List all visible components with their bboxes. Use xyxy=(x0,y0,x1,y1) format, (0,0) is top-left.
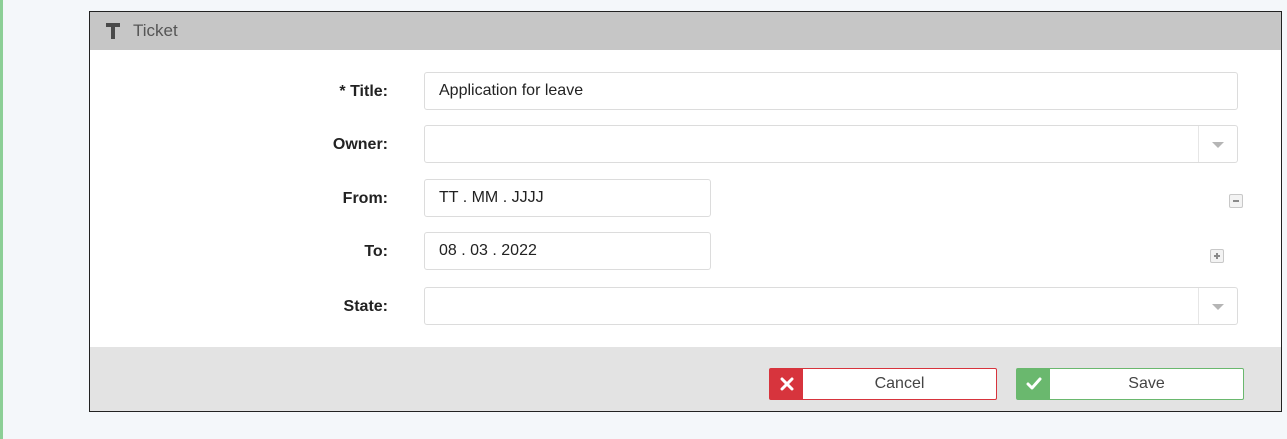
cancel-button[interactable]: Cancel xyxy=(769,368,997,400)
from-date-input[interactable]: TT . MM . JJJJ xyxy=(424,179,711,217)
to-date-input[interactable]: 08 . 03 . 2022 xyxy=(424,232,711,270)
cancel-label: Cancel xyxy=(874,375,925,392)
minus-icon xyxy=(1233,200,1239,202)
save-button[interactable]: Save xyxy=(1016,368,1244,400)
title-input[interactable]: Application for leave xyxy=(424,72,1238,110)
remove-button[interactable] xyxy=(1229,194,1243,208)
left-accent-bar xyxy=(0,0,3,439)
state-label: State: xyxy=(343,298,388,315)
chevron-down-icon[interactable] xyxy=(1198,288,1237,324)
owner-label: Owner: xyxy=(332,136,388,153)
owner-select[interactable] xyxy=(424,125,1238,163)
panel-header: Ticket xyxy=(90,12,1281,50)
close-icon xyxy=(770,369,803,399)
to-label: To: xyxy=(364,243,388,260)
title-label: * Title: xyxy=(339,83,388,100)
save-label: Save xyxy=(1128,375,1165,392)
chevron-down-icon[interactable] xyxy=(1198,126,1237,162)
ticket-panel: Ticket * Title: Application for leave Ow… xyxy=(89,11,1282,412)
add-button[interactable] xyxy=(1210,249,1224,263)
state-row: State: xyxy=(90,287,1281,327)
panel-footer: Cancel Save xyxy=(90,347,1281,411)
from-label: From: xyxy=(342,190,388,207)
title-row: * Title: Application for leave xyxy=(90,72,1281,112)
checkmark-icon xyxy=(1017,369,1050,399)
panel-title: Ticket xyxy=(133,21,178,40)
to-row: To: 08 . 03 . 2022 xyxy=(90,232,1281,272)
text-t-icon xyxy=(106,22,120,40)
plus-icon-vertical xyxy=(1216,253,1218,259)
state-select[interactable] xyxy=(424,287,1238,325)
from-row: From: TT . MM . JJJJ xyxy=(90,179,1281,219)
owner-row: Owner: xyxy=(90,125,1281,165)
